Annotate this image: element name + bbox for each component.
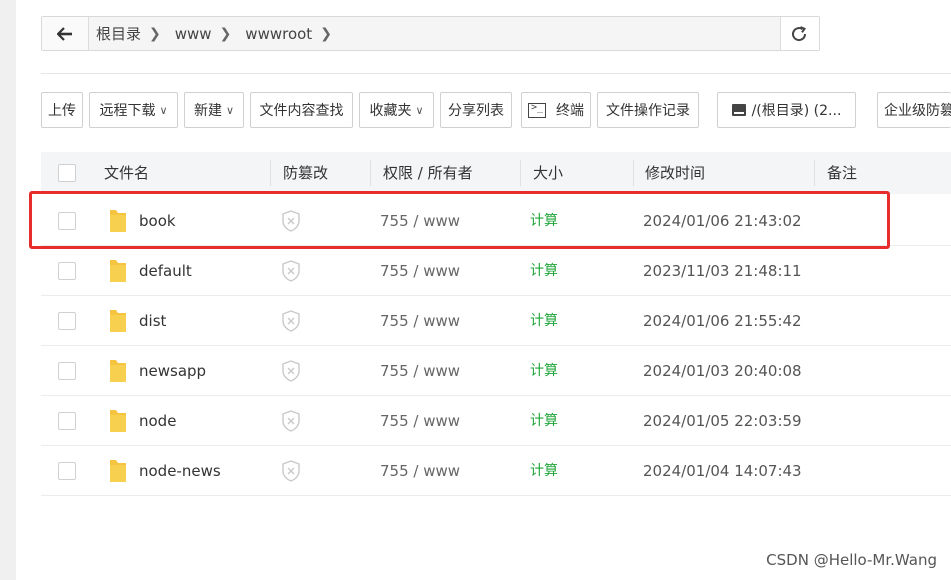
- column-divider: [633, 160, 634, 186]
- path-bar: 根目录 ❯ www ❯ wwwroot ❯: [41, 16, 820, 51]
- favorites-button[interactable]: 收藏夹 ∨: [359, 92, 434, 128]
- row-checkbox[interactable]: [58, 462, 76, 480]
- permission-owner[interactable]: 755 / www: [380, 246, 460, 296]
- folder-icon: [108, 458, 128, 488]
- refresh-icon: [792, 26, 807, 42]
- chevron-right-icon: ❯: [320, 25, 332, 42]
- column-header-name[interactable]: 文件名: [104, 152, 149, 194]
- file-name[interactable]: node-news: [139, 446, 221, 496]
- operation-log-label: 文件操作记录: [606, 103, 690, 119]
- permission-owner[interactable]: 755 / www: [380, 346, 460, 396]
- file-name[interactable]: dist: [139, 296, 166, 346]
- remote-download-button[interactable]: 远程下载 ∨: [89, 92, 178, 128]
- table-row[interactable]: node-news 755 / www 计算 2024/01/04 14:07:43: [41, 446, 951, 496]
- folder-icon: [108, 358, 128, 388]
- column-header-size[interactable]: 大小: [533, 152, 563, 194]
- terminal-icon: >_: [528, 102, 546, 118]
- modified-time: 2024/01/03 20:40:08: [643, 362, 802, 380]
- column-header-note: 备注: [827, 164, 858, 182]
- row-checkbox[interactable]: [58, 262, 76, 280]
- column-header-tamper: 防篡改: [283, 164, 329, 182]
- folder-icon: [108, 258, 128, 288]
- operation-log-button[interactable]: 文件操作记录: [597, 92, 699, 128]
- disk-label: /(根目录) (2...: [751, 103, 842, 119]
- chevron-right-icon: ❯: [219, 25, 232, 42]
- chevron-right-icon: ❯: [149, 25, 161, 42]
- terminal-button[interactable]: >_ 终端: [521, 92, 591, 128]
- permission-owner[interactable]: 755 / www: [380, 446, 460, 496]
- terminal-label: 终端: [556, 103, 584, 119]
- column-divider: [520, 160, 521, 186]
- file-name[interactable]: newsapp: [139, 346, 206, 396]
- column-divider: [270, 160, 271, 186]
- folder-icon: [108, 308, 128, 338]
- table-row[interactable]: dist 755 / www 计算 2024/01/06 21:55:42: [41, 296, 951, 346]
- calculate-size-link[interactable]: 计算: [530, 346, 558, 396]
- modified-time: 2024/01/04 14:07:43: [643, 462, 802, 480]
- file-name[interactable]: default: [139, 246, 192, 296]
- table-row[interactable]: newsapp 755 / www 计算 2024/01/03 20:40:08: [41, 346, 951, 396]
- new-button[interactable]: 新建 ∨: [184, 92, 244, 128]
- disk-icon: [731, 104, 746, 116]
- chevron-down-icon: ∨: [225, 103, 235, 117]
- watermark: CSDN @Hello-Mr.Wang: [766, 551, 937, 569]
- table-row[interactable]: node 755 / www 计算 2024/01/05 22:03:59: [41, 396, 951, 446]
- breadcrumb-www[interactable]: www: [175, 25, 212, 43]
- arrow-left-icon: [57, 27, 72, 41]
- folder-icon: [108, 408, 128, 438]
- breadcrumb-root[interactable]: 根目录: [96, 23, 141, 44]
- shield-icon[interactable]: [281, 260, 301, 286]
- content-search-button[interactable]: 文件内容查找: [250, 92, 353, 128]
- breadcrumb: 根目录 ❯ www ❯ wwwroot ❯: [96, 17, 346, 50]
- permission-owner[interactable]: 755 / www: [380, 296, 460, 346]
- disk-button[interactable]: /(根目录) (2...: [717, 92, 856, 128]
- remote-download-label: 远程下载: [99, 103, 156, 119]
- permission-owner[interactable]: 755 / www: [380, 396, 460, 446]
- column-divider: [370, 160, 371, 186]
- share-list-button[interactable]: 分享列表: [440, 92, 512, 128]
- row-checkbox[interactable]: [58, 362, 76, 380]
- select-all-checkbox[interactable]: [58, 164, 76, 182]
- divider: [41, 73, 951, 74]
- modified-time: 2023/11/03 21:48:11: [643, 262, 802, 280]
- modified-time: 2024/01/05 22:03:59: [643, 412, 802, 430]
- row-checkbox[interactable]: [58, 412, 76, 430]
- column-header-mtime[interactable]: 修改时间: [645, 152, 705, 194]
- column-header-permission: 权限 / 所有者: [383, 164, 473, 182]
- row-checkbox[interactable]: [58, 312, 76, 330]
- share-list-label: 分享列表: [448, 103, 504, 119]
- modified-time: 2024/01/06 21:55:42: [643, 312, 802, 330]
- table-row[interactable]: default 755 / www 计算 2023/11/03 21:48:11: [41, 246, 951, 296]
- shield-icon[interactable]: [281, 360, 301, 386]
- column-divider: [814, 160, 815, 186]
- calculate-size-link[interactable]: 计算: [530, 246, 558, 296]
- shield-icon[interactable]: [281, 460, 301, 486]
- enterprise-label: 企业级防篡: [884, 103, 951, 119]
- new-label: 新建: [193, 103, 222, 119]
- back-button[interactable]: [42, 17, 89, 50]
- enterprise-tamper-button[interactable]: 企业级防篡: [877, 92, 951, 128]
- chevron-down-icon: ∨: [415, 103, 424, 117]
- calculate-size-link[interactable]: 计算: [530, 296, 558, 346]
- favorites-label: 收藏夹: [369, 103, 412, 119]
- table-header: 文件名 防篡改 权限 / 所有者 大小 修改时间 备注: [41, 152, 951, 194]
- chevron-down-icon: ∨: [159, 103, 168, 117]
- shield-icon[interactable]: [281, 310, 301, 336]
- calculate-size-link[interactable]: 计算: [530, 446, 558, 496]
- file-name[interactable]: node: [139, 396, 176, 446]
- upload-button[interactable]: 上传: [41, 92, 83, 128]
- left-panel-edge: [0, 0, 16, 580]
- shield-icon[interactable]: [281, 410, 301, 436]
- highlight-annotation: [29, 191, 890, 249]
- content-search-label: 文件内容查找: [259, 103, 344, 119]
- upload-label: 上传: [48, 103, 76, 119]
- calculate-size-link[interactable]: 计算: [530, 396, 558, 446]
- breadcrumb-wwwroot[interactable]: wwwroot: [245, 25, 312, 43]
- refresh-button[interactable]: [780, 17, 819, 50]
